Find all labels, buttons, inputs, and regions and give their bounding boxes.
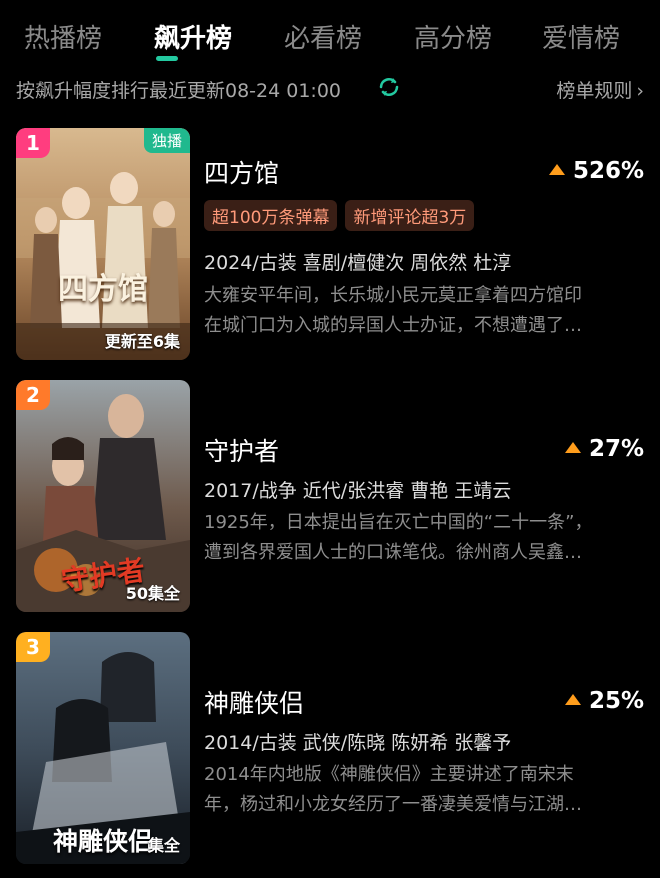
episode-status: 50集全 bbox=[125, 584, 180, 603]
poster-title-text: 四方馆 bbox=[58, 272, 148, 307]
poster-image[interactable]: 守护者 2 50集全 bbox=[16, 380, 190, 612]
ranking-subheader: 按飙升幅度排行最近更新08-24 01:00 榜单规则 › bbox=[16, 74, 644, 104]
rules-label: 榜单规则 bbox=[556, 80, 633, 102]
trend-percent: 27% bbox=[588, 436, 644, 462]
trend-up-icon bbox=[548, 164, 565, 175]
show-meta: 2014/古装 武侠/陈晓 陈妍希 张馨予 bbox=[204, 732, 512, 754]
show-title[interactable]: 四方馆 bbox=[204, 154, 279, 190]
refresh-icon[interactable] bbox=[376, 74, 402, 100]
description-line: 在城门口为入城的异国人士办证，不想遭遇了… bbox=[204, 315, 582, 336]
tab-high-score[interactable]: 高分榜 bbox=[414, 18, 492, 55]
ranking-tabs: 热播榜 飙升榜 必看榜 高分榜 爱情榜 bbox=[0, 14, 660, 61]
tag-comments: 新增评论超3万 bbox=[345, 200, 475, 231]
item-info: 四方馆 526% 超100万条弹幕 新增评论超3万 2024/古装 喜剧/檀健次 … bbox=[204, 128, 644, 360]
trend-percent: 25% bbox=[588, 688, 644, 714]
tab-rising[interactable]: 飙升榜 bbox=[154, 18, 232, 55]
description-line: 2014年内地版《神雕侠侣》主要讲述了南宋末 bbox=[204, 764, 574, 785]
list-item[interactable]: 守护者 2 50集全 守护者 27% 2017/战争 近代/张洪睿 曹艳 王靖云… bbox=[16, 380, 644, 612]
episode-status: 更新至6集 bbox=[104, 332, 180, 351]
list-item[interactable]: 神雕侠侣 3 集全 神雕侠侣 25% 2014/古装 武侠/陈晓 陈妍希 张馨予… bbox=[16, 632, 644, 864]
chevron-right-icon: › bbox=[636, 80, 644, 102]
active-tab-indicator bbox=[156, 56, 178, 61]
rank-badge: 1 bbox=[16, 128, 50, 158]
description-line: 大雍安平年间，长乐城小民元莫正拿着四方馆印 bbox=[204, 285, 582, 306]
ranking-description: 按飙升幅度排行最近更新08-24 01:00 bbox=[16, 80, 342, 102]
trend-value: 25% bbox=[564, 688, 644, 714]
trend-percent: 526% bbox=[572, 158, 644, 184]
item-info: 神雕侠侣 25% 2014/古装 武侠/陈晓 陈妍希 张馨予 2014年内地版《… bbox=[204, 632, 644, 864]
show-description: 1925年，日本提出旨在灭亡中国的“二十一条”， 遭到各界爱国人士的口诛笔伐。徐… bbox=[204, 508, 644, 568]
show-meta: 2024/古装 喜剧/檀健次 周依然 杜淳 bbox=[204, 252, 512, 274]
tab-romance[interactable]: 爱情榜 bbox=[542, 18, 620, 55]
rank-badge: 3 bbox=[16, 632, 50, 662]
show-title[interactable]: 守护者 bbox=[204, 432, 279, 468]
poster-image[interactable]: 神雕侠侣 3 集全 bbox=[16, 632, 190, 864]
poster-image[interactable]: 四方馆 1 独播 更新至6集 bbox=[16, 128, 190, 360]
item-info: 守护者 27% 2017/战争 近代/张洪睿 曹艳 王靖云 1925年，日本提出… bbox=[204, 380, 644, 612]
trend-value: 526% bbox=[548, 158, 644, 184]
ranking-rules-link[interactable]: 榜单规则 › bbox=[556, 76, 644, 103]
tag-danmaku: 超100万条弹幕 bbox=[204, 200, 338, 231]
rank-badge: 2 bbox=[16, 380, 50, 410]
list-item[interactable]: 四方馆 1 独播 更新至6集 四方馆 526% 超100万条弹幕 新增评论超3万 … bbox=[16, 128, 644, 360]
exclusive-badge: 独播 bbox=[143, 128, 190, 153]
tag-list: 超100万条弹幕 新增评论超3万 bbox=[204, 200, 482, 231]
show-meta: 2017/战争 近代/张洪睿 曹艳 王靖云 bbox=[204, 480, 512, 502]
tab-must-watch[interactable]: 必看榜 bbox=[284, 18, 362, 55]
episode-status: 集全 bbox=[147, 836, 180, 855]
description-line: 1925年，日本提出旨在灭亡中国的“二十一条”， bbox=[204, 512, 593, 533]
trend-value: 27% bbox=[564, 436, 644, 462]
trend-up-icon bbox=[564, 442, 581, 453]
show-description: 2014年内地版《神雕侠侣》主要讲述了南宋末 年，杨过和小龙女经历了一番凄美爱情… bbox=[204, 760, 644, 820]
show-title[interactable]: 神雕侠侣 bbox=[204, 684, 304, 720]
trend-up-icon bbox=[564, 694, 581, 705]
description-line: 年，杨过和小龙女经历了一番凄美爱情与江湖… bbox=[204, 794, 582, 815]
description-line: 遭到各界爱国人士的口诛笔伐。徐州商人吴鑫… bbox=[204, 542, 582, 563]
show-description: 大雍安平年间，长乐城小民元莫正拿着四方馆印 在城门口为入城的异国人士办证，不想遭… bbox=[204, 281, 644, 341]
tab-hot[interactable]: 热播榜 bbox=[24, 18, 102, 55]
